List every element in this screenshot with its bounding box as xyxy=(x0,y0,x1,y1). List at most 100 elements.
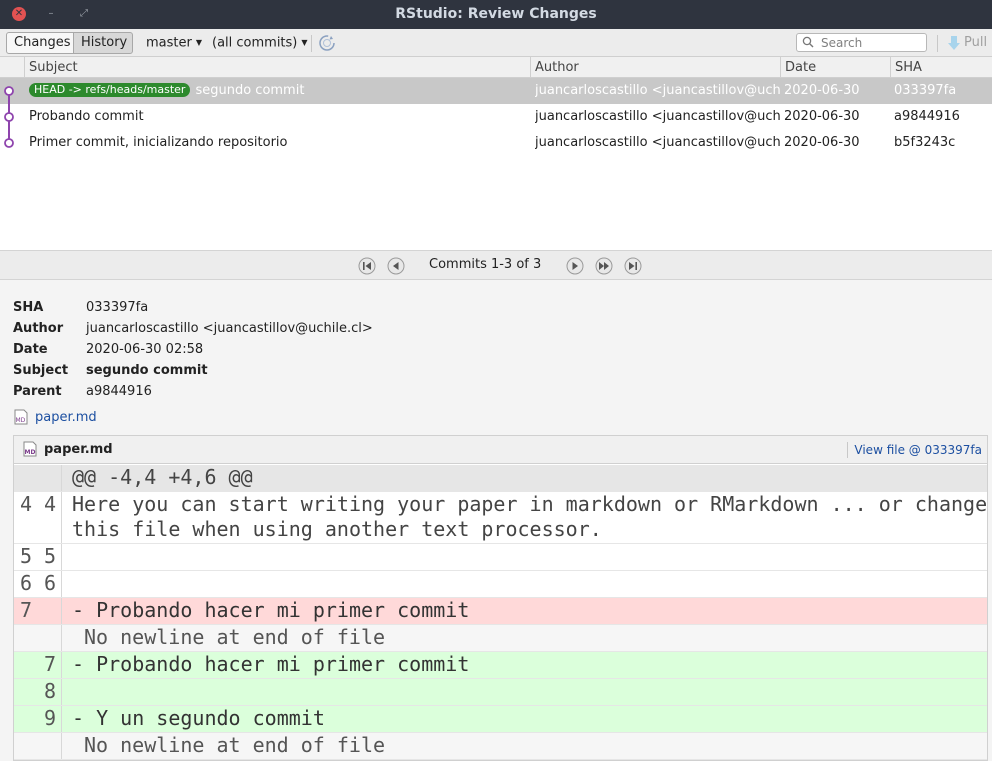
diff-context-line: 66 xyxy=(14,571,987,598)
commit-sha: b5f3243c xyxy=(894,135,956,150)
diff-lines: @@ -4,4 +4,6 @@ 4 4 Here you can start wri… xyxy=(14,465,988,760)
line-text: No newline at end of file xyxy=(84,625,386,649)
diff-no-newline-note: No newline at end of file xyxy=(14,625,987,652)
old-line-number: 7 xyxy=(19,598,33,622)
commit-subject: Probando commit xyxy=(29,109,144,124)
commit-graph xyxy=(4,86,14,148)
detail-date-value: 2020-06-30 02:58 xyxy=(86,342,204,357)
column-header-subject[interactable]: Subject xyxy=(24,57,530,78)
chevron-down-icon: ▼ xyxy=(195,38,202,47)
diff-added-line: 8 xyxy=(14,679,987,706)
commit-node xyxy=(4,112,14,122)
commit-filter-label: (all commits) xyxy=(212,35,298,51)
svg-text:MD: MD xyxy=(16,417,26,424)
column-header-sha[interactable]: SHA xyxy=(890,57,992,78)
old-line-number: 5 xyxy=(19,544,33,568)
next-page-icon[interactable] xyxy=(566,257,584,275)
window-titlebar: ✕ – ⤢ RStudio: Review Changes xyxy=(0,0,992,29)
line-text: Here you can start writing your paper in… xyxy=(72,492,988,541)
pager-bar: Commits 1-3 of 3 xyxy=(0,250,992,280)
diff-deleted-line: 7 - Probando hacer mi primer commit xyxy=(14,598,987,625)
diff-no-newline-note: No newline at end of file xyxy=(14,733,987,760)
search-input[interactable] xyxy=(821,35,921,50)
column-header-author[interactable]: Author xyxy=(530,57,780,78)
markdown-file-icon: MD xyxy=(23,441,37,456)
skip-forward-icon[interactable] xyxy=(595,257,613,275)
branch-dropdown[interactable]: master ▼ xyxy=(146,32,202,54)
commit-row[interactable]: Probando commit juancarloscastillo <juan… xyxy=(0,104,992,130)
line-gutter xyxy=(14,465,62,491)
line-text: - Probando hacer mi primer commit xyxy=(72,652,470,676)
new-line-number: 4 xyxy=(43,492,57,516)
new-line-number: 7 xyxy=(43,652,57,676)
commit-date: 2020-06-30 xyxy=(784,83,860,98)
diff-context-line: 55 xyxy=(14,544,987,571)
new-line-number: 6 xyxy=(43,571,57,595)
toolbar: Changes History master▼ (all commits)▼ P… xyxy=(0,29,992,57)
commit-author: juancarloscastillo <juancastillov@uchile… xyxy=(535,109,781,124)
new-line-number: 9 xyxy=(43,706,57,730)
pull-arrow-icon xyxy=(948,35,960,50)
branch-label: master xyxy=(146,35,192,51)
last-page-icon[interactable] xyxy=(624,257,642,275)
new-line-number: 5 xyxy=(43,544,57,568)
detail-author-key: Author xyxy=(13,321,64,336)
commit-author: juancarloscastillo <juancastillov@uchile… xyxy=(535,83,781,98)
diff-hunk-header: @@ -4,4 +4,6 @@ xyxy=(14,465,987,492)
svg-text:MD: MD xyxy=(25,449,36,456)
commit-date: 2020-06-30 xyxy=(784,109,860,124)
line-text: - Probando hacer mi primer commit xyxy=(72,598,470,622)
changed-file-link[interactable]: MD paper.md xyxy=(13,409,97,427)
toolbar-divider xyxy=(937,35,938,52)
pull-button[interactable]: Pull xyxy=(947,32,987,54)
commit-sha: a9844916 xyxy=(894,109,960,124)
detail-subject-key: Subject xyxy=(13,363,69,378)
diff-file-title: MD paper.md xyxy=(22,436,113,464)
line-gutter xyxy=(14,625,62,651)
commit-row[interactable]: HEAD -> refs/heads/master segundo commit … xyxy=(0,78,992,104)
toolbar-divider xyxy=(311,35,312,52)
commit-detail-panel: SHA 033397fa Author juancarloscastillo <ju… xyxy=(0,281,992,761)
pager-label: Commits 1-3 of 3 xyxy=(429,257,542,272)
graph-column-header xyxy=(0,57,24,78)
detail-sha-value: 033397fa xyxy=(86,300,149,315)
detail-parent-value: a9844916 xyxy=(86,384,152,399)
history-tab-button[interactable]: History xyxy=(73,32,133,54)
commit-subject: Primer commit, inicializando repositorio xyxy=(29,135,288,150)
chevron-down-icon: ▼ xyxy=(301,38,308,47)
changed-file-name: paper.md xyxy=(35,410,97,425)
commit-table-header: Subject Author Date SHA xyxy=(0,57,992,78)
first-page-icon[interactable] xyxy=(358,257,376,275)
detail-sha-key: SHA xyxy=(13,300,44,315)
search-icon xyxy=(802,36,814,48)
view-file-link[interactable]: View file @ 033397fa xyxy=(847,442,982,458)
diff-file-name: paper.md xyxy=(44,442,113,457)
previous-page-icon[interactable] xyxy=(387,257,405,275)
diff-context-line: 4 4 Here you can start writing your paper … xyxy=(14,492,988,544)
new-line-number: 8 xyxy=(43,679,57,703)
old-line-number: 4 xyxy=(19,492,33,516)
diff-added-line: 9 - Y un segundo commit xyxy=(14,706,987,733)
commit-author: juancarloscastillo <juancastillov@uchile… xyxy=(535,135,781,150)
search-box[interactable] xyxy=(796,33,927,52)
commit-subject-cell: HEAD -> refs/heads/master segundo commit xyxy=(29,78,529,104)
commit-node xyxy=(4,138,14,148)
changes-tab-button[interactable]: Changes xyxy=(6,32,74,54)
commit-node xyxy=(4,86,14,96)
diff-file-header: MD paper.md View file @ 033397fa xyxy=(14,436,987,464)
detail-subject-value: segundo commit xyxy=(86,363,208,378)
branch-badge: HEAD -> refs/heads/master xyxy=(29,82,191,97)
line-gutter xyxy=(14,733,62,759)
commit-date: 2020-06-30 xyxy=(784,135,860,150)
detail-author-value: juancarloscastillo <juancastillov@uchile… xyxy=(86,321,373,336)
detail-date-key: Date xyxy=(13,342,48,357)
commit-filter-dropdown[interactable]: (all commits) ▼ xyxy=(212,32,308,54)
commit-row[interactable]: Primer commit, inicializando repositorio… xyxy=(0,130,992,156)
line-text: No newline at end of file xyxy=(84,733,386,757)
window-title: RStudio: Review Changes xyxy=(395,6,597,22)
markdown-file-icon: MD xyxy=(14,409,28,424)
refresh-icon[interactable] xyxy=(318,34,336,52)
commit-sha: 033397fa xyxy=(894,83,957,98)
detail-parent-key: Parent xyxy=(13,384,62,399)
column-header-date[interactable]: Date xyxy=(780,57,890,78)
